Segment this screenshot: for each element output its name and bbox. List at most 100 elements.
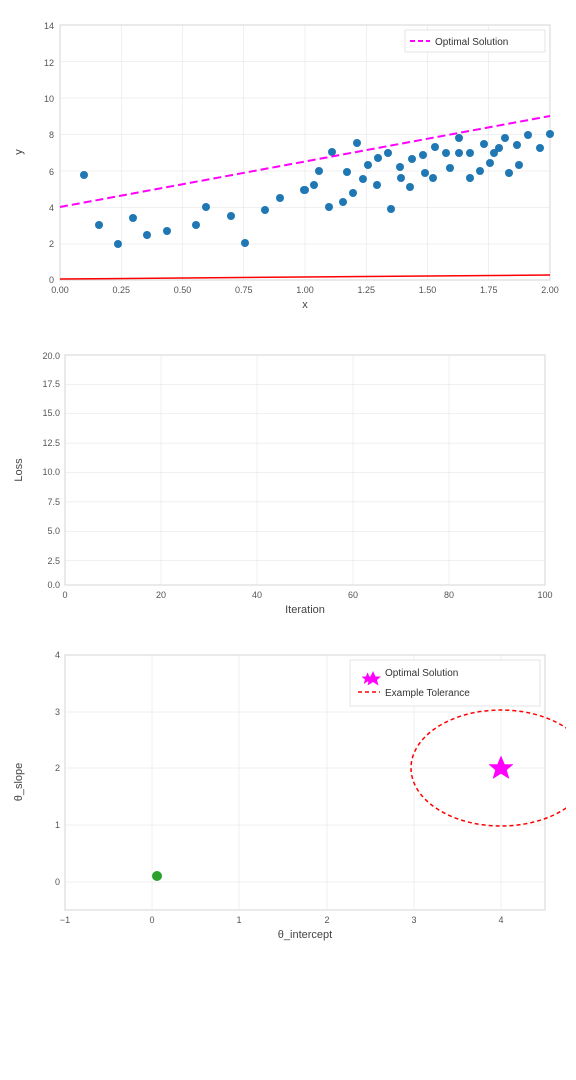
loss-y-tick-25: 2.5 (47, 556, 60, 566)
y-tick-4: 4 (49, 203, 54, 213)
y-tick-2: 2 (49, 239, 54, 249)
scatter-point (114, 240, 122, 248)
scatter-point (80, 171, 88, 179)
x-axis-label: x (302, 299, 308, 311)
x-tick-1: 1.00 (296, 285, 314, 295)
x-tick-0: 0.00 (51, 285, 69, 295)
loss-y-tick-0: 0.0 (47, 580, 60, 590)
loss-x-tick-0: 0 (62, 590, 67, 600)
loss-x-tick-100: 100 (537, 590, 552, 600)
param-y-tick-4: 4 (55, 650, 60, 660)
scatter-point (490, 149, 498, 157)
loss-y-label: Loss (13, 458, 25, 482)
legend-tolerance-label: Example Tolerance (385, 688, 470, 699)
loss-y-tick-5: 5.0 (47, 526, 60, 536)
scatter-point (328, 148, 336, 156)
scatter-point (397, 174, 405, 182)
scatter-point (466, 174, 474, 182)
scatter-chart-container: 0 2 4 6 8 10 12 14 0.00 0.25 0.50 0.75 1… (0, 0, 576, 325)
scatter-point (227, 212, 235, 220)
scatter-point (339, 198, 347, 206)
param-y-tick-2: 2 (55, 763, 60, 773)
scatter-point (384, 149, 392, 157)
y-tick-14: 14 (44, 21, 54, 31)
loss-svg: 0.0 2.5 5.0 7.5 10.0 12.5 15.0 17.5 20.0… (10, 340, 566, 620)
param-svg: 0 1 2 3 4 −1 0 1 2 3 4 θ_intercept θ_slo… (10, 640, 566, 950)
scatter-point (359, 175, 367, 183)
scatter-point (349, 189, 357, 197)
y-tick-8: 8 (49, 130, 54, 140)
y-tick-6: 6 (49, 167, 54, 177)
loss-y-tick-15: 15.0 (42, 408, 60, 418)
param-x-tick-1: 1 (236, 915, 241, 925)
loss-x-tick-20: 20 (156, 590, 166, 600)
loss-y-tick-20: 20.0 (42, 351, 60, 361)
scatter-point (446, 164, 454, 172)
scatter-point (373, 181, 381, 189)
scatter-point (129, 214, 137, 222)
param-x-tick-3: 3 (411, 915, 416, 925)
y-tick-0: 0 (49, 275, 54, 285)
scatter-point (513, 141, 521, 149)
scatter-point (95, 221, 103, 229)
scatter-point (301, 186, 309, 194)
scatter-point (343, 168, 351, 176)
legend-optimal-label: Optimal Solution (435, 37, 508, 48)
scatter-svg: 0 2 4 6 8 10 12 14 0.00 0.25 0.50 0.75 1… (10, 10, 566, 320)
scatter-point (192, 221, 200, 229)
param-x-tick--1: −1 (60, 915, 70, 925)
scatter-point (163, 227, 171, 235)
x-tick-15: 1.50 (419, 285, 437, 295)
scatter-point (421, 169, 429, 177)
scatter-point (241, 239, 249, 247)
scatter-point (408, 155, 416, 163)
loss-y-tick-75: 7.5 (47, 497, 60, 507)
x-tick-2: 2.00 (541, 285, 559, 295)
scatter-point (455, 149, 463, 157)
scatter-point (442, 149, 450, 157)
scatter-point (364, 161, 372, 169)
scatter-point (431, 143, 439, 151)
legend-optimal-param-label: Optimal Solution (385, 668, 458, 679)
param-x-label: θ_intercept (278, 929, 332, 941)
loss-chart-container: 0.0 2.5 5.0 7.5 10.0 12.5 15.0 17.5 20.0… (0, 330, 576, 625)
scatter-point (143, 231, 151, 239)
scatter-point (325, 203, 333, 211)
scatter-point (466, 149, 474, 157)
scatter-point (476, 167, 484, 175)
y-tick-10: 10 (44, 94, 54, 104)
scatter-point (501, 134, 509, 142)
scatter-point (315, 167, 323, 175)
loss-y-tick-10: 10.0 (42, 467, 60, 477)
scatter-point (505, 169, 513, 177)
x-tick-175: 1.75 (480, 285, 498, 295)
x-tick-025: 0.25 (112, 285, 130, 295)
scatter-point (419, 151, 427, 159)
param-y-tick-0: 0 (55, 877, 60, 887)
param-y-tick-1: 1 (55, 820, 60, 830)
scatter-point (536, 144, 544, 152)
scatter-point (486, 159, 494, 167)
scatter-point (261, 206, 269, 214)
scatter-point (406, 183, 414, 191)
x-tick-05: 0.50 (174, 285, 192, 295)
param-chart-container: 0 1 2 3 4 −1 0 1 2 3 4 θ_intercept θ_slo… (0, 630, 576, 955)
loss-x-tick-60: 60 (348, 590, 358, 600)
scatter-point (276, 194, 284, 202)
loss-y-tick-125: 12.5 (42, 438, 60, 448)
scatter-point (455, 134, 463, 142)
loss-x-label: Iteration (285, 604, 325, 616)
scatter-point (480, 140, 488, 148)
loss-y-tick-175: 17.5 (42, 379, 60, 389)
scatter-point (374, 154, 382, 162)
param-y-label: θ_slope (13, 763, 25, 802)
scatter-point (396, 163, 404, 171)
scatter-point (524, 131, 532, 139)
scatter-point (202, 203, 210, 211)
param-x-tick-2: 2 (324, 915, 329, 925)
loss-x-tick-80: 80 (444, 590, 454, 600)
param-x-tick-4: 4 (498, 915, 503, 925)
y-tick-12: 12 (44, 58, 54, 68)
scatter-point (310, 181, 318, 189)
y-axis-label: y (13, 149, 25, 155)
